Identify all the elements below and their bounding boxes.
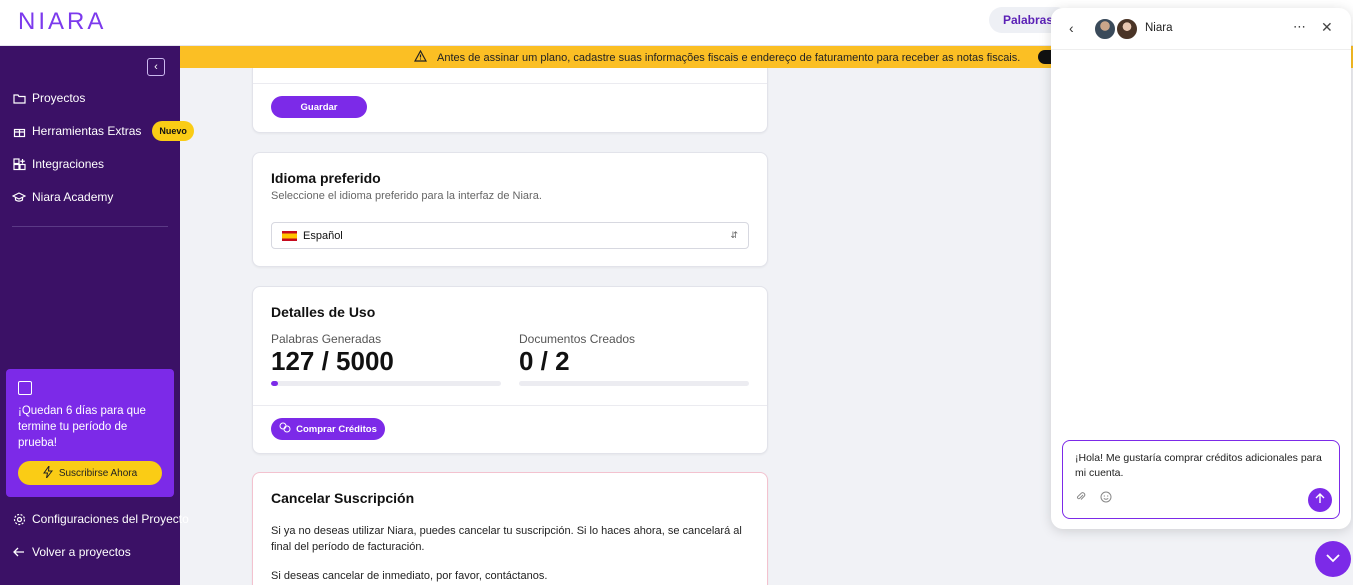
banner-text: Antes de assinar um plano, cadastre suas… — [437, 51, 1021, 64]
chat-draft-text[interactable]: ¡Hola! Me gustaría comprar créditos adic… — [1075, 451, 1329, 481]
lightning-icon — [42, 463, 53, 481]
card-divider — [253, 405, 767, 406]
language-card: Idioma preferido Seleccione el idioma pr… — [252, 152, 768, 267]
settings-card-save: Guardar — [252, 68, 768, 133]
sidebar-item-label: Volver a proyectos — [32, 545, 131, 559]
cancel-card-title: Cancelar Suscripción — [271, 490, 415, 506]
coins-icon — [279, 422, 291, 436]
chevron-up-down-icon: ⇵ — [730, 230, 738, 240]
language-selected-value: Español — [303, 229, 343, 242]
spain-flag-icon — [282, 230, 297, 241]
grid-plus-icon — [12, 157, 26, 171]
card-divider — [253, 83, 767, 84]
send-message-button[interactable] — [1308, 488, 1332, 512]
chevron-down-icon — [1326, 550, 1340, 568]
chat-toggle-button[interactable] — [1315, 541, 1351, 577]
cancel-card-contact-paragraph: Si deseas cancelar de inmediato, por fav… — [271, 570, 548, 582]
sidebar-item-academy[interactable]: Niara Academy — [12, 187, 113, 207]
sidebar-item-label: Herramientas Extras — [32, 124, 142, 138]
words-progress-fill — [271, 381, 278, 386]
sidebar-item-integrations[interactable]: Integraciones — [12, 154, 104, 174]
sidebar-item-label: Configuraciones del Proyecto — [32, 512, 189, 526]
chat-message-input[interactable]: ¡Hola! Me gustaría comprar créditos adic… — [1062, 440, 1340, 519]
sidebar-item-label: Integraciones — [32, 157, 105, 171]
sidebar: ‹ Proyectos Herramientas Extras Nuevo In… — [0, 46, 194, 585]
words-generated-label: Palabras Generadas — [271, 332, 382, 346]
support-chat-window: ‹ Niara ⋯ ✕ ¡Hola! Me gustaría comprar c… — [1051, 8, 1351, 529]
chevron-left-icon[interactable]: ‹ — [1069, 20, 1074, 36]
documents-created-label: Documentos Creados — [519, 332, 636, 346]
gear-icon — [12, 512, 26, 526]
more-options-icon[interactable]: ⋯ — [1293, 19, 1306, 35]
sidebar-divider — [12, 226, 168, 227]
sidebar-item-back-to-projects[interactable]: Volver a proyectos — [12, 542, 131, 562]
arrow-up-icon — [1315, 493, 1325, 507]
chat-header: ‹ Niara ⋯ ✕ — [1051, 8, 1351, 50]
new-badge: Nuevo — [152, 121, 194, 141]
avatar — [1115, 17, 1139, 41]
avatar — [1093, 17, 1117, 41]
language-card-title: Idioma preferido — [271, 170, 381, 186]
sidebar-item-project-settings[interactable]: Configuraciones del Proyecto — [12, 509, 189, 529]
emoji-icon[interactable] — [1100, 491, 1112, 506]
cancel-card-paragraph: Si ya no deseas utilizar Niara, puedes c… — [271, 525, 742, 553]
usage-card-title: Detalles de Uso — [271, 304, 376, 320]
paperclip-icon[interactable] — [1075, 491, 1086, 505]
chat-agent-name: Niara — [1145, 22, 1173, 34]
graduation-cap-icon — [12, 190, 26, 204]
warning-triangle-icon — [413, 49, 428, 65]
language-select[interactable]: Español ⇵ — [271, 222, 749, 249]
buy-credits-button[interactable]: Comprar Créditos — [271, 418, 385, 440]
cancel-subscription-card: Cancelar Suscripción Si ya no deseas uti… — [252, 472, 768, 585]
documents-progress-bar — [519, 381, 749, 386]
words-progress-bar — [271, 381, 501, 386]
sidebar-item-extra-tools[interactable]: Herramientas Extras Nuevo — [12, 121, 194, 141]
chevron-left-icon[interactable]: ‹ — [147, 58, 165, 76]
usage-details-card: Detalles de Uso Palabras Generadas 127 /… — [252, 286, 768, 454]
app-logo[interactable]: NIARA — [18, 8, 106, 36]
close-icon[interactable]: ✕ — [1321, 19, 1333, 36]
arrow-left-icon — [12, 545, 26, 559]
sidebar-item-label: Niara Academy — [32, 190, 114, 204]
buy-credits-label: Comprar Créditos — [296, 423, 377, 435]
subscribe-label: Suscribirse Ahora — [58, 467, 138, 479]
calendar-clock-icon — [18, 381, 32, 395]
words-generated-value: 127 / 5000 — [271, 346, 394, 376]
sidebar-item-label: Proyectos — [32, 91, 86, 105]
subscribe-now-button[interactable]: Suscribirse Ahora — [18, 461, 162, 485]
documents-created-value: 0 / 2 — [519, 346, 570, 376]
trial-notice-card: ¡Quedan 6 días para que termine tu perío… — [6, 369, 174, 497]
folder-icon — [12, 91, 26, 105]
save-button[interactable]: Guardar — [271, 96, 367, 118]
trial-text: ¡Quedan 6 días para que termine tu perío… — [18, 405, 146, 449]
gift-icon — [12, 124, 26, 138]
sidebar-item-projects[interactable]: Proyectos — [12, 88, 85, 108]
language-card-subtitle: Seleccione el idioma preferido para la i… — [271, 190, 542, 202]
